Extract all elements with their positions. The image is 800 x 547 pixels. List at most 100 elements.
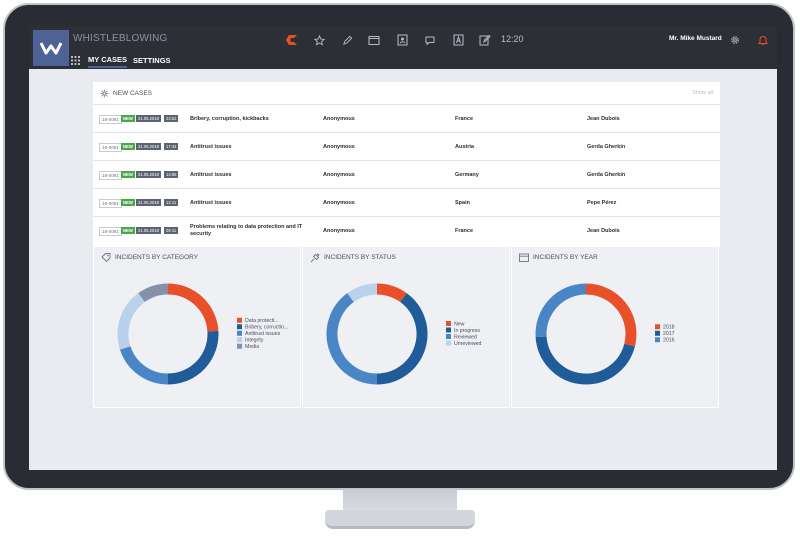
donut-slice-antitrust-issues[interactable] <box>119 345 169 385</box>
case-time: 14:55 <box>164 171 179 178</box>
brand-c-icon[interactable] <box>284 33 298 47</box>
donut-slice-2018[interactable] <box>585 283 637 347</box>
table-row[interactable]: 18-0091 NEW 21.05.2018 23:52 Bribery, co… <box>93 105 720 133</box>
chat-icon[interactable] <box>423 33 437 47</box>
case-time: 17:34 <box>164 143 179 150</box>
legend-label: Reviewed <box>454 334 477 340</box>
legend-swatch <box>446 340 451 346</box>
case-date: 21.05.2018 <box>136 199 161 206</box>
main-nav: MY CASES SETTINGS <box>69 52 171 69</box>
legend-swatch <box>237 343 242 349</box>
donut-slice-unreviewed[interactable] <box>347 283 378 303</box>
donut-slice-media[interactable] <box>138 283 169 303</box>
donut-slice-bribery-corructio[interactable] <box>167 330 219 385</box>
logo[interactable] <box>33 30 69 66</box>
new-badge: NEW <box>121 199 135 206</box>
case-subject[interactable]: Problems relating to data protection and… <box>190 217 320 245</box>
edit-document-icon[interactable] <box>478 33 492 47</box>
legend-label: 2016 <box>663 338 675 344</box>
screen: WHISTLEBLOWING MY CASES SETTINGS 12:20 M… <box>29 26 777 470</box>
legend-swatch <box>237 324 242 330</box>
donut-slice-2017[interactable] <box>535 336 635 385</box>
donut-slice-2016[interactable] <box>535 283 587 338</box>
case-id: 18-0091 <box>99 115 122 124</box>
chart-title: INCIDENTS BY YEAR <box>533 254 598 261</box>
new-badge: NEW <box>121 227 135 234</box>
window-icon[interactable] <box>367 33 381 47</box>
case-id: 18-0091 <box>99 143 122 152</box>
case-date: 21.05.2018 <box>136 171 161 178</box>
legend-swatch <box>655 337 660 343</box>
case-reporter: Anonymous <box>323 228 355 234</box>
table-row[interactable]: 18-0091 NEW 21.05.2018 08:11 Problems re… <box>93 217 720 245</box>
donut-slice-in-progress[interactable] <box>376 293 428 385</box>
case-handler: Gerda Gherkin <box>587 172 626 178</box>
case-country: Germany <box>455 172 479 178</box>
case-country: France <box>455 116 474 122</box>
text-a-icon[interactable] <box>451 33 465 47</box>
case-date: 21.05.2018 <box>136 227 161 234</box>
legend-label: Data protecti... <box>245 318 279 324</box>
legend-label: Integrity <box>245 338 264 344</box>
case-date: 21.05.2018 <box>136 115 161 122</box>
new-cases-title: NEW CASES <box>113 89 153 97</box>
star-icon[interactable] <box>312 33 326 47</box>
legend-swatch <box>655 330 660 336</box>
bell-icon[interactable] <box>756 33 770 47</box>
case-id: 18-0091 <box>99 171 122 180</box>
table-row[interactable]: 18-0091 NEW 21.05.2018 12:11 Antitrust i… <box>93 189 720 217</box>
legend-swatch <box>237 337 242 343</box>
status-chart-panel: INCIDENTS BY STATUS New In progress Review… <box>302 246 510 408</box>
pin-icon <box>310 252 320 262</box>
tab-my-cases[interactable]: MY CASES <box>88 53 128 68</box>
legend-swatch <box>655 324 660 330</box>
calendar-icon <box>519 253 529 262</box>
case-reporter: Anonymous <box>323 172 355 178</box>
case-reporter: Anonymous <box>323 144 355 150</box>
table-row[interactable]: 18-0091 NEW 21.05.2018 17:34 Antitrust i… <box>93 133 720 161</box>
legend-swatch <box>446 327 451 333</box>
year-chart-panel: INCIDENTS BY YEAR 2018 2017 2016 <box>511 246 719 408</box>
new-badge: NEW <box>121 115 135 122</box>
grid-menu-icon[interactable] <box>69 54 82 67</box>
donut-slice-reviewed[interactable] <box>326 293 378 385</box>
legend-swatch <box>446 321 451 326</box>
legend-label: 2018 <box>663 325 675 331</box>
new-badge: NEW <box>121 143 135 150</box>
legend-label: Media <box>245 344 259 350</box>
category-chart-header: INCIDENTS BY CATEGORY <box>94 247 300 268</box>
case-subject[interactable]: Bribery, corruption, kickbacks <box>190 105 320 133</box>
case-reporter: Anonymous <box>323 200 355 206</box>
tag-icon <box>101 253 111 262</box>
case-handler: Pepe Pérez <box>587 200 617 206</box>
new-badge: NEW <box>121 171 135 178</box>
legend-swatch <box>237 317 242 323</box>
tab-settings[interactable]: SETTINGS <box>133 54 171 67</box>
case-subject[interactable]: Antitrust issues <box>190 189 320 217</box>
case-handler: Jean Dubois <box>587 116 620 122</box>
gear-icon[interactable] <box>728 33 742 47</box>
case-id: 18-0091 <box>99 199 122 208</box>
case-subject[interactable]: Antitrust issues <box>190 161 320 189</box>
case-country: Spain <box>455 200 470 206</box>
pencil-icon[interactable] <box>340 33 354 47</box>
legend-label: Antitrust issues <box>245 331 281 337</box>
legend-label: New <box>454 321 465 327</box>
contact-card-icon[interactable] <box>395 33 409 47</box>
case-reporter: Anonymous <box>323 116 355 122</box>
case-country: Austria <box>455 144 474 150</box>
new-cases-panel: NEW CASES Show all 18-0091 NEW 21.05.201… <box>93 82 720 246</box>
donut-slice-data-protecti[interactable] <box>167 283 219 332</box>
category-donut-chart: Data protecti...Bribery, corructio...Ant… <box>117 283 288 385</box>
legend-label: Unreviewed <box>454 341 482 347</box>
chart-title: INCIDENTS BY CATEGORY <box>115 254 199 261</box>
app-title: WHISTLEBLOWING <box>73 33 168 44</box>
monitor-frame: WHISTLEBLOWING MY CASES SETTINGS 12:20 M… <box>3 3 795 490</box>
show-all-link[interactable]: Show all <box>692 90 713 96</box>
table-row[interactable]: 18-0091 NEW 21.05.2018 14:55 Antitrust i… <box>93 161 720 189</box>
donut-slice-integrity[interactable] <box>117 293 145 350</box>
case-time: 08:11 <box>164 227 179 234</box>
user-name[interactable]: Mr. Mike Mustard <box>669 35 722 42</box>
case-subject[interactable]: Antitrust issues <box>190 133 320 161</box>
donut-slice-new[interactable] <box>376 283 407 303</box>
